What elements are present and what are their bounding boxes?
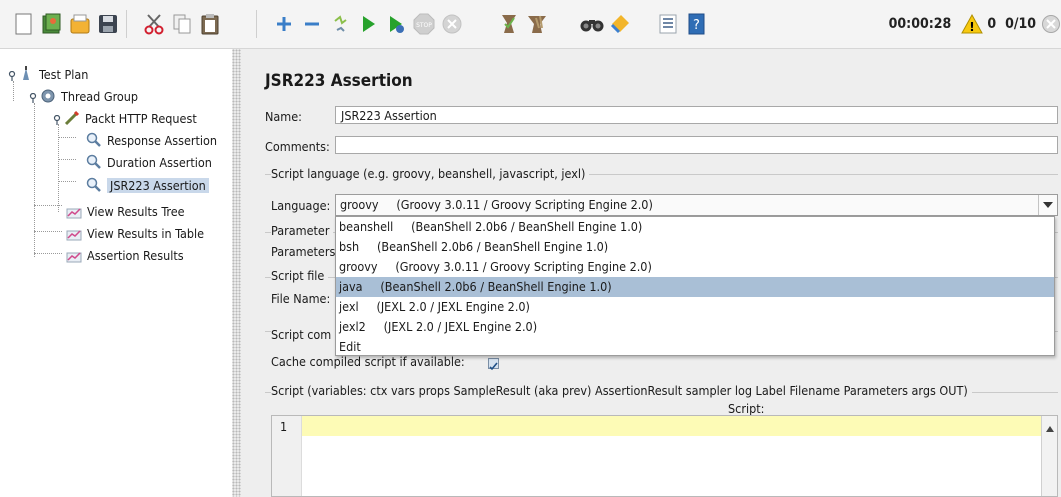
parameters-group-title: Parameter (271, 223, 334, 238)
copy-icon[interactable] (168, 10, 196, 38)
reset-search-icon[interactable] (606, 10, 634, 38)
elapsed-time: 00:00:28 (888, 16, 952, 32)
expand-handle[interactable] (52, 113, 62, 125)
paste-icon[interactable] (196, 10, 224, 38)
dropdown-option[interactable]: groovy (Groovy 3.0.11 / Groovy Scripting… (336, 257, 1054, 277)
script-compilation-group-title: Script com (271, 327, 336, 342)
tree-node-test-plan[interactable]: Test Plan (18, 64, 88, 84)
expand-icon[interactable] (270, 10, 298, 38)
function-helper-icon[interactable] (654, 10, 682, 38)
line-number-gutter: 1 (272, 416, 302, 496)
new-icon[interactable] (10, 10, 38, 38)
test-plan-icon (18, 66, 34, 82)
dropdown-option-highlighted[interactable]: java (BeanShell 2.0b6 / BeanShell Engine… (336, 277, 1054, 297)
thread-count: 0/10 (1005, 16, 1036, 32)
tree-node-jsr223-assertion[interactable]: JSR223 Assertion (86, 175, 209, 195)
tree-node-thread-group[interactable]: Thread Group (40, 86, 138, 106)
script-file-group-title: Script file (271, 268, 329, 283)
tree-node-label: Thread Group (61, 88, 139, 104)
start-no-pauses-icon[interactable] (382, 10, 410, 38)
tree-node-label: Duration Assertion (107, 154, 212, 170)
dropdown-option-edit[interactable]: Edit (336, 337, 1054, 357)
thread-group-icon (40, 88, 56, 104)
current-line-highlight (302, 416, 1041, 436)
dropdown-option[interactable]: jexl (JEXL 2.0 / JEXL Engine 2.0) (336, 297, 1054, 317)
dropdown-option[interactable]: bsh (BeanShell 2.0b6 / BeanShell Engine … (336, 237, 1054, 257)
help-icon[interactable]: ? (682, 10, 710, 38)
editor-scrollbar[interactable] (1041, 416, 1057, 496)
tree-node-label: Test Plan (39, 66, 89, 82)
comments-label: Comments: (265, 139, 330, 154)
tree-node-label: Response Assertion (107, 132, 218, 148)
expand-handle[interactable] (7, 69, 17, 81)
svg-text:?: ? (693, 18, 700, 33)
name-field[interactable]: JSR223 Assertion (335, 106, 1058, 124)
test-plan-tree: Test Plan Thread Group Packt HTTP Reques… (0, 49, 232, 497)
open-icon[interactable] (66, 10, 94, 38)
language-select[interactable]: groovy (Groovy 3.0.11 / Groovy Scripting… (335, 194, 1058, 216)
tree-node-label: View Results in Table (87, 225, 205, 241)
listener-icon (66, 203, 82, 219)
script-language-group-title: Script language (e.g. groovy, beanshell,… (271, 166, 590, 181)
language-selected-value: groovy (Groovy 3.0.11 / Groovy Scripting… (340, 197, 653, 212)
stop-label: STOP (416, 22, 432, 29)
cache-checkbox[interactable] (488, 358, 499, 371)
script-group-title: Script (variables: ctx vars props Sample… (271, 383, 972, 398)
script-label: Script: (728, 401, 765, 416)
shutdown-icon[interactable] (438, 10, 466, 38)
warning-icon[interactable]: ! (961, 14, 984, 34)
name-label: Name: (265, 109, 302, 124)
clear-status-icon[interactable] (1041, 14, 1061, 34)
assertion-icon (86, 132, 102, 148)
language-label: Language: (271, 198, 331, 213)
tree-node-label: View Results Tree (87, 203, 185, 219)
expand-handle[interactable] (28, 91, 38, 103)
page-title: JSR223 Assertion (265, 71, 413, 91)
templates-icon[interactable] (38, 10, 66, 38)
clear-all-icon[interactable] (522, 10, 550, 38)
comments-field[interactable] (335, 136, 1058, 154)
toolbar: STOP ? 00:00:28 ! 0 0/10 (0, 0, 1061, 49)
script-editor[interactable]: 1 (271, 415, 1058, 497)
cut-icon[interactable] (140, 10, 168, 38)
warning-count: 0 (987, 16, 997, 32)
toolbar-separator (256, 10, 257, 38)
tree-node-response-assertion[interactable]: Response Assertion (86, 130, 217, 150)
file-name-label: File Name: (271, 291, 331, 306)
parameters-label: Parameters (271, 244, 336, 259)
tree-node-view-results-table[interactable]: View Results in Table (66, 223, 204, 243)
dropdown-option[interactable]: jexl2 (JEXL 2.0 / JEXL Engine 2.0) (336, 317, 1054, 337)
svg-text:!: ! (970, 20, 975, 34)
collapse-icon[interactable] (298, 10, 326, 38)
assertion-icon (86, 154, 102, 170)
language-dropdown-list: beanshell (BeanShell 2.0b6 / BeanShell E… (335, 216, 1055, 356)
dropdown-option[interactable]: beanshell (BeanShell 2.0b6 / BeanShell E… (336, 217, 1054, 237)
tree-node-label: Assertion Results (87, 247, 184, 263)
clear-icon[interactable] (494, 10, 522, 38)
http-sampler-icon (64, 110, 80, 126)
tree-node-assertion-results[interactable]: Assertion Results (66, 245, 184, 265)
toolbar-separator (126, 10, 127, 38)
tree-node-duration-assertion[interactable]: Duration Assertion (86, 152, 212, 172)
save-icon[interactable] (94, 10, 122, 38)
stop-icon[interactable]: STOP (410, 10, 438, 38)
start-icon[interactable] (354, 10, 382, 38)
tree-node-http-request[interactable]: Packt HTTP Request (64, 108, 197, 128)
assertion-icon (86, 177, 102, 193)
listener-icon (66, 247, 82, 263)
scroll-up-icon[interactable] (1045, 420, 1054, 496)
line-number: 1 (280, 419, 288, 434)
tree-node-label: JSR223 Assertion (107, 177, 209, 193)
toggle-icon[interactable] (326, 10, 354, 38)
search-icon[interactable] (578, 10, 606, 38)
pane-splitter[interactable] (232, 49, 241, 497)
run-status: 00:00:28 ! 0 0/10 (889, 0, 1061, 48)
tree-node-label: Packt HTTP Request (85, 110, 197, 126)
listener-icon (66, 225, 82, 241)
tree-node-view-results-tree[interactable]: View Results Tree (66, 201, 185, 221)
chevron-down-icon[interactable] (1038, 195, 1057, 215)
assertion-panel: JSR223 Assertion Name: JSR223 Assertion … (241, 49, 1061, 497)
